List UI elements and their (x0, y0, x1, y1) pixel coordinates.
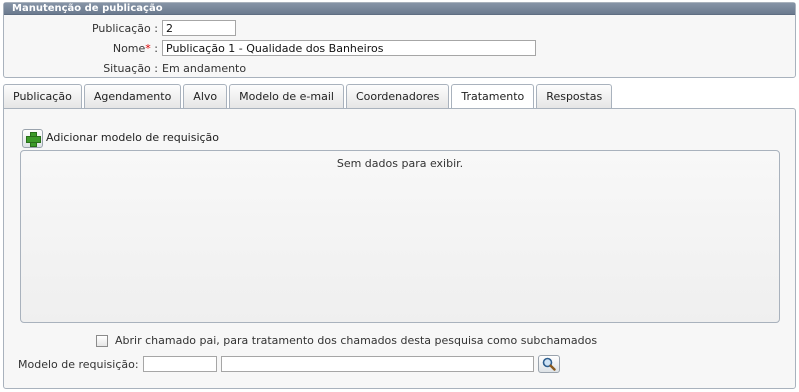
situacao-row: Situação : Em andamento (4, 60, 246, 76)
publicacao-row: Publicação : (4, 20, 236, 36)
parent-ticket-option: Abrir chamado pai, para tratamento dos c… (96, 334, 597, 347)
tab-bar: Publicação Agendamento Alvo Modelo de e-… (3, 84, 614, 109)
modelo-description-input[interactable] (220, 356, 534, 372)
modelo-requisicao-label: Modelo de requisição: (18, 357, 139, 371)
green-plus-icon (26, 132, 41, 147)
nome-colon: : (150, 41, 158, 55)
tab-tratamento[interactable]: Tratamento (451, 84, 535, 109)
tab-agendamento[interactable]: Agendamento (83, 84, 182, 108)
add-model-button[interactable] (22, 129, 43, 148)
nome-label: Nome (112, 41, 146, 55)
grid-empty-message: Sem dados para exibir. (336, 157, 464, 170)
publicacao-label: Publicação : (91, 21, 158, 35)
tab-respostas[interactable]: Respostas (536, 84, 613, 108)
situacao-label: Situação : (103, 61, 158, 75)
modelo-code-input[interactable] (142, 356, 217, 372)
situacao-value: Em andamento (162, 61, 247, 75)
parent-ticket-checkbox[interactable] (96, 334, 108, 347)
tab-content-tratamento: Adicionar modelo de requisição Sem dados… (3, 108, 796, 389)
nome-label-group: Nome* : (4, 42, 162, 55)
nome-input[interactable] (162, 40, 536, 56)
parent-ticket-label: Abrir chamado pai, para tratamento dos c… (115, 334, 598, 347)
request-model-grid: Sem dados para exibir. (20, 150, 780, 323)
tab-publicacao[interactable]: Publicação (3, 84, 82, 108)
tab-alvo[interactable]: Alvo (183, 84, 228, 108)
tab-modelo-email[interactable]: Modelo de e-mail (229, 84, 344, 108)
publication-panel: Manutenção de publicação Publicação : No… (3, 2, 796, 78)
magnifier-icon (542, 357, 556, 371)
tab-coordenadores[interactable]: Coordenadores (345, 84, 450, 108)
add-model-label[interactable]: Adicionar modelo de requisição (46, 131, 219, 144)
publicacao-input[interactable] (162, 20, 236, 36)
nome-row: Nome* : (4, 40, 536, 56)
modelo-requisicao-row: Modelo de requisição: (18, 355, 560, 373)
lookup-button[interactable] (537, 355, 560, 373)
panel-title: Manutenção de publicação (4, 3, 795, 15)
